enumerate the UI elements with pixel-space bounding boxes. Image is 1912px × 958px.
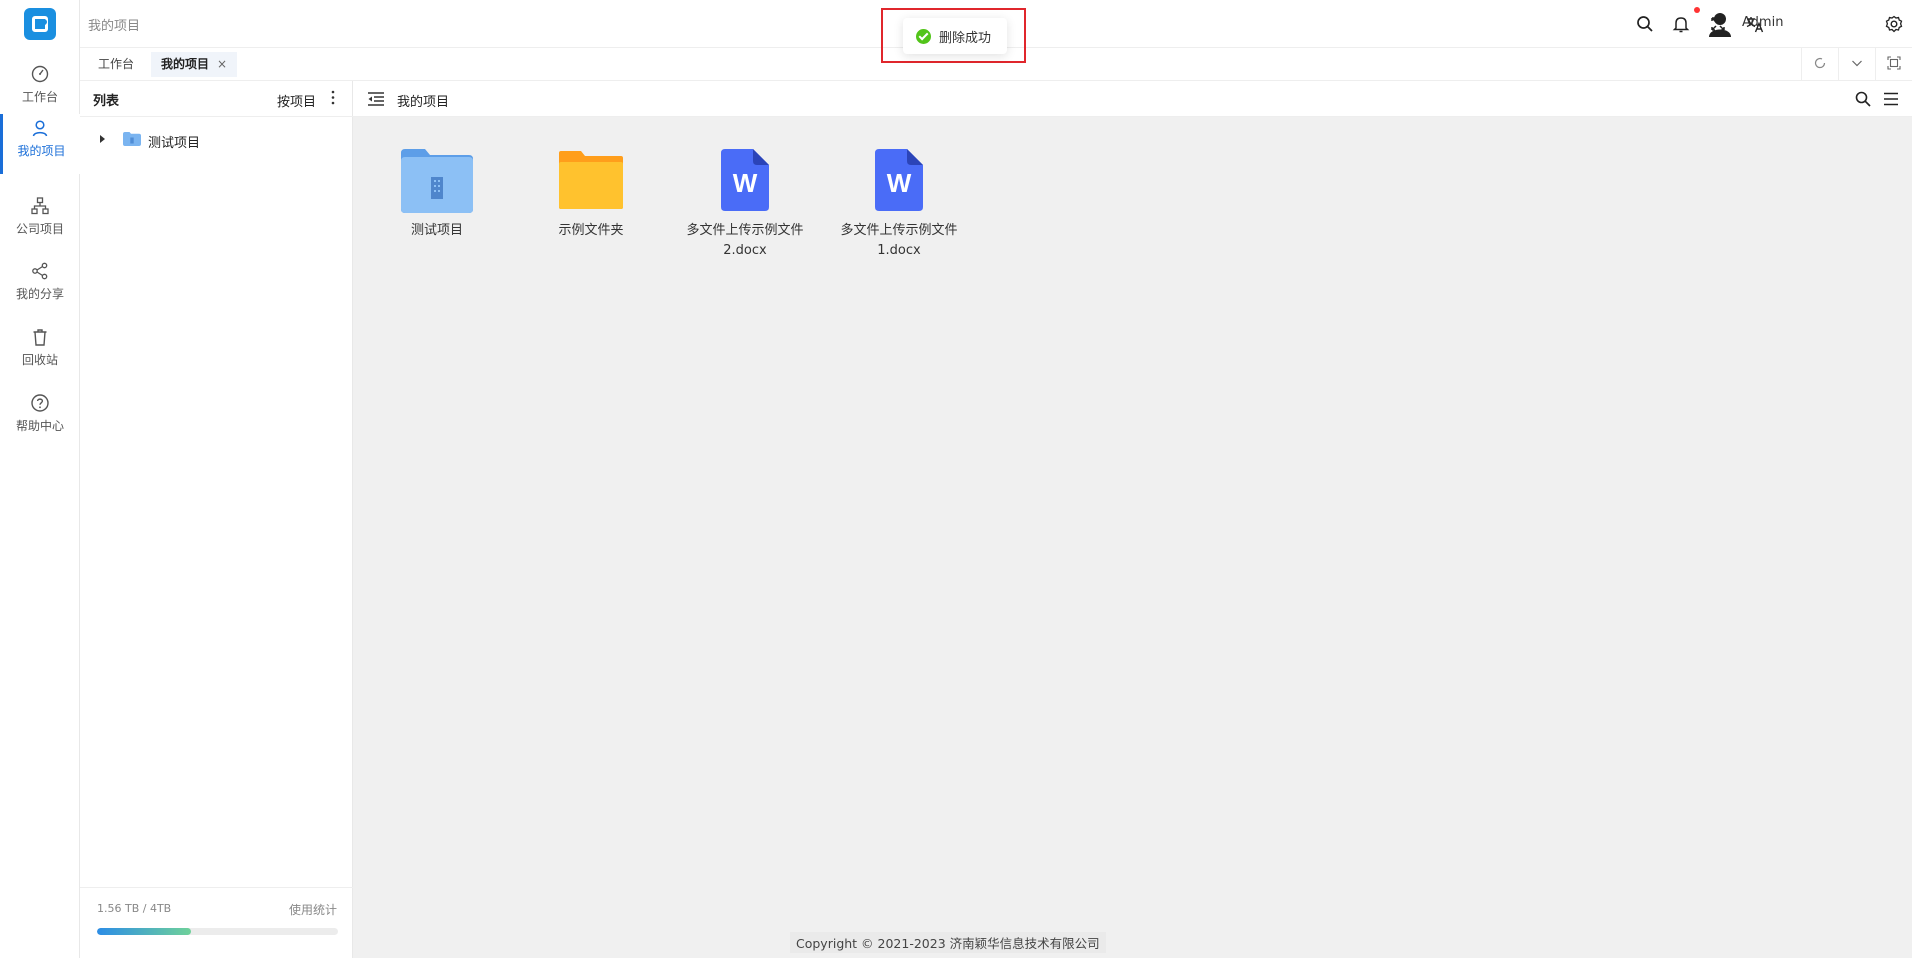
left-sidebar: 工作台 我的项目 公司项目 我的分享 回收站 帮助中心: [0, 0, 80, 958]
file-name: 示例文件夹: [558, 223, 624, 238]
user-icon: [32, 120, 48, 137]
storage-progress-fill: [97, 928, 191, 935]
tab-workbench[interactable]: 工作台: [88, 52, 144, 77]
app-logo[interactable]: [24, 8, 56, 40]
nav-label: 我的项目: [17, 144, 66, 158]
nav-item-my-projects[interactable]: 我的项目: [0, 114, 80, 174]
nav-label: 我的分享: [15, 287, 64, 301]
tree-node-test-project[interactable]: 测试项目: [100, 129, 300, 151]
file-browser: 我的项目 测试项目 示例文件夹 W 多文件上传示例文件2.docx W 多文件上…: [353, 81, 1912, 958]
word-icon-letter: W: [733, 168, 758, 198]
word-document-icon: W: [721, 149, 769, 211]
share-icon: [32, 262, 48, 280]
refresh-tab-button[interactable]: [1801, 48, 1838, 80]
user-name[interactable]: Admin: [1742, 15, 1783, 30]
nav-item-help-center[interactable]: 帮助中心: [0, 389, 80, 449]
trash-icon: [33, 329, 47, 346]
chevron-down-icon: [1852, 60, 1862, 67]
file-item-test-project[interactable]: 测试项目: [367, 147, 507, 241]
folder-icon: [559, 151, 623, 209]
nav-label: 回收站: [21, 353, 58, 367]
refresh-icon: [1814, 57, 1826, 69]
tab-label: 工作台: [98, 57, 135, 71]
tab-close-icon[interactable]: ×: [217, 57, 227, 71]
help-icon: [31, 394, 49, 412]
storage-used-text: 1.56 TB / 4TB: [97, 902, 172, 915]
storage-usage: 1.56 TB / 4TB 使用统计: [80, 887, 353, 958]
success-toast: 删除成功: [903, 18, 1007, 54]
collapse-sidebar-icon[interactable]: [367, 91, 385, 107]
more-vertical-icon[interactable]: [328, 89, 338, 107]
gear-icon[interactable]: [1883, 13, 1905, 35]
file-item-sample-folder[interactable]: 示例文件夹: [521, 147, 661, 241]
tree-header: 列表 按项目: [80, 81, 353, 117]
nav-item-recycle-bin[interactable]: 回收站: [0, 323, 80, 383]
file-item-upload-sample-1[interactable]: W 多文件上传示例文件1.docx: [829, 147, 969, 261]
nav-label: 帮助中心: [15, 419, 64, 433]
org-icon: [31, 197, 49, 215]
dashboard-icon: [31, 65, 49, 83]
file-name: 测试项目: [410, 223, 463, 238]
tree-panel: 列表 按项目 测试项目 1.56 TB / 4TB 使用统计: [80, 81, 353, 958]
tree-node-label: 测试项目: [148, 136, 201, 151]
nav-item-my-shares[interactable]: 我的分享: [0, 257, 80, 317]
nav-label: 公司项目: [15, 222, 64, 236]
tab-dropdown-button[interactable]: [1838, 48, 1875, 80]
maximize-tab-button[interactable]: [1875, 48, 1912, 80]
storage-progress-bar: [97, 928, 338, 935]
notification-dot: [1694, 7, 1700, 13]
usage-statistics-link[interactable]: 使用统计: [289, 901, 337, 918]
word-icon-letter: W: [887, 168, 912, 198]
tab-label: 我的项目: [161, 57, 210, 71]
nav-item-workbench[interactable]: 工作台: [0, 60, 80, 120]
file-browser-header: 我的项目: [353, 81, 1912, 117]
nav-label: 工作台: [21, 90, 58, 104]
tree-title: 列表: [93, 94, 120, 109]
bell-icon[interactable]: [1670, 13, 1692, 35]
file-item-upload-sample-2[interactable]: W 多文件上传示例文件2.docx: [675, 147, 815, 261]
folder-title: 我的项目: [397, 95, 450, 110]
tab-my-projects[interactable]: 我的项目 ×: [151, 52, 238, 77]
caret-right-icon[interactable]: [100, 135, 105, 143]
word-document-icon: W: [875, 149, 923, 211]
toast-message: 删除成功: [939, 31, 992, 46]
search-icon[interactable]: [1634, 13, 1656, 35]
search-icon[interactable]: [1854, 90, 1872, 108]
file-name: 多文件上传示例文件2.docx: [686, 223, 804, 258]
project-folder-icon: [123, 132, 141, 146]
file-name: 多文件上传示例文件1.docx: [840, 223, 958, 258]
project-folder-icon: [401, 149, 473, 213]
avatar[interactable]: [1708, 11, 1732, 37]
sort-by-project-button[interactable]: 按项目: [277, 91, 316, 110]
nav-item-company-projects[interactable]: 公司项目: [0, 192, 80, 252]
breadcrumb: 我的项目: [88, 19, 141, 34]
menu-icon[interactable]: [1882, 90, 1900, 108]
maximize-icon: [1887, 56, 1901, 70]
check-circle-icon: [916, 29, 931, 44]
copyright-text: Copyright © 2021-2023 济南颖华信息技术有限公司: [790, 932, 1106, 953]
